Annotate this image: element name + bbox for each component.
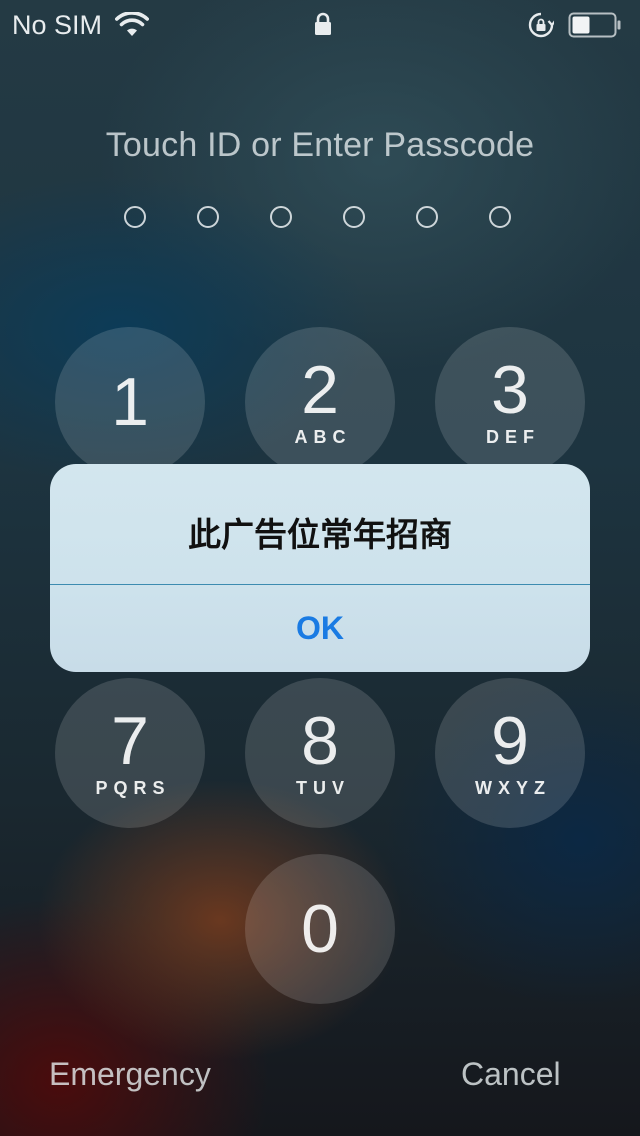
key-8[interactable]: 8 TUV — [245, 678, 395, 828]
passcode-dots — [124, 206, 516, 232]
key-3[interactable]: 3 DEF — [435, 327, 585, 477]
cancel-button[interactable]: Cancel — [461, 1056, 561, 1093]
key-letters: TUV — [296, 778, 350, 798]
status-bar: No SIM — [0, 0, 640, 50]
key-digit: 9 — [491, 703, 529, 779]
lock-icon — [315, 12, 331, 35]
passcode-dot — [124, 206, 146, 228]
rotation-lock-icon — [528, 12, 554, 38]
key-digit: 0 — [301, 891, 339, 967]
alert-ok-button[interactable]: OK — [50, 585, 590, 672]
alert-message: 此广告位常年招商 — [188, 516, 452, 553]
key-1[interactable]: 1 — [55, 327, 205, 477]
carrier-label: No SIM — [12, 10, 103, 40]
key-0[interactable]: 0 — [245, 854, 395, 1004]
passcode-dot — [270, 206, 292, 228]
alert-dialog: 此广告位常年招商 OK — [50, 464, 590, 672]
key-letters: WXYZ — [475, 778, 551, 798]
key-2[interactable]: 2 ABC — [245, 327, 395, 477]
key-digit: 7 — [111, 703, 149, 779]
key-letters: DEF — [486, 427, 540, 447]
key-digit: 1 — [111, 364, 149, 440]
passcode-dot — [197, 206, 219, 228]
key-digit: 3 — [491, 352, 529, 428]
passcode-dot — [343, 206, 365, 228]
key-7[interactable]: 7 PQRS — [55, 678, 205, 828]
passcode-dot — [489, 206, 511, 228]
key-digit: 8 — [301, 703, 339, 779]
key-letters: PQRS — [95, 778, 171, 798]
passcode-dot — [416, 206, 438, 228]
passcode-title: Touch ID or Enter Passcode — [105, 126, 535, 164]
key-letters: ABC — [294, 427, 352, 447]
emergency-button[interactable]: Emergency — [49, 1056, 211, 1093]
key-9[interactable]: 9 WXYZ — [435, 678, 585, 828]
battery-icon — [568, 12, 621, 38]
key-digit: 2 — [301, 352, 339, 428]
wifi-icon — [115, 12, 149, 36]
